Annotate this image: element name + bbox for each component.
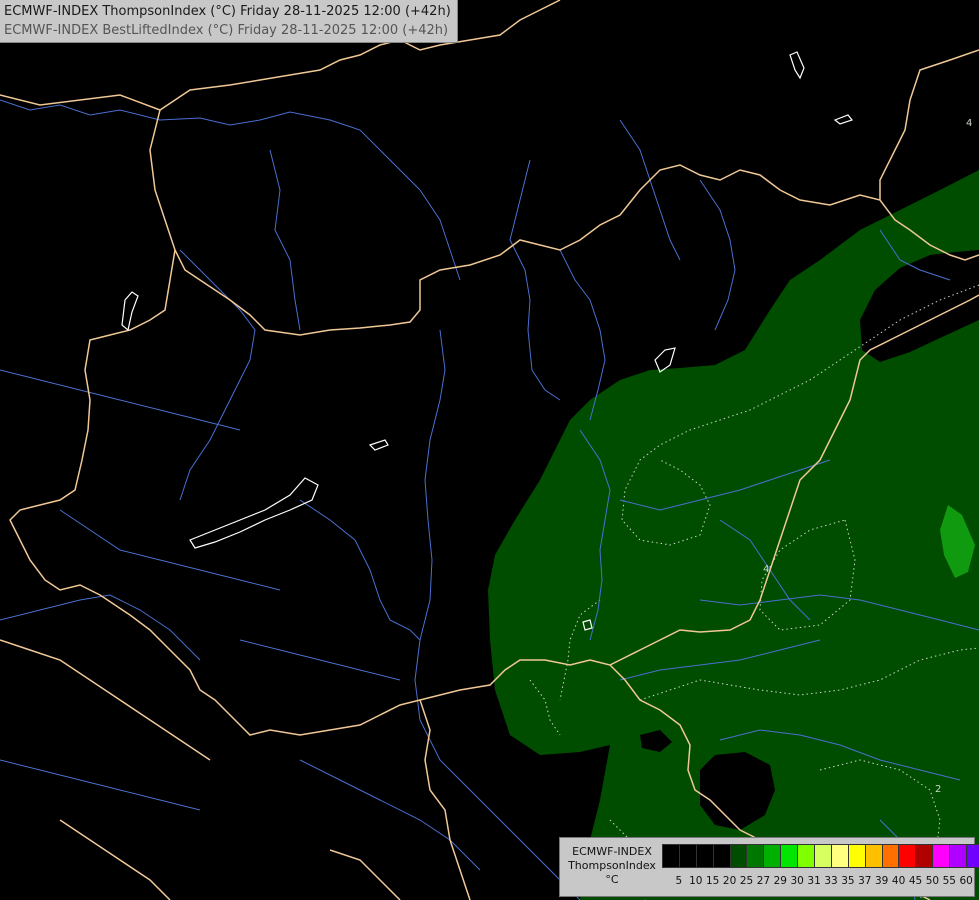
legend-tick-label: 50	[925, 875, 940, 887]
legend-swatch	[679, 845, 697, 867]
map-title-secondary: ECMWF-INDEX BestLiftedIndex (°C) Friday …	[4, 23, 449, 38]
legend-swatch	[865, 845, 883, 867]
legend-swatch	[764, 845, 782, 867]
legend-tick-label: 20	[722, 875, 737, 887]
legend-swatch	[730, 845, 748, 867]
legend-tick-label: 27	[756, 875, 771, 887]
legend-swatch	[696, 845, 714, 867]
legend-swatch	[815, 845, 832, 867]
legend-tick-label: 29	[773, 875, 787, 887]
contour-label: 4	[763, 564, 769, 575]
legend-swatch	[848, 845, 866, 867]
legend-swatch	[798, 845, 816, 867]
legend-swatch	[916, 845, 934, 867]
legend-swatch	[950, 845, 968, 867]
legend-tick-label: 39	[875, 875, 889, 887]
legend-tick-label: 35	[841, 875, 855, 887]
legend-swatch	[713, 845, 731, 867]
legend-tick-label: 5	[675, 875, 683, 887]
legend-tick-label: 15	[706, 875, 720, 887]
map-title-box: ECMWF-INDEX ThompsonIndex (°C) Friday 28…	[0, 0, 458, 43]
legend-tick-label: 40	[891, 875, 906, 887]
legend-swatch	[899, 845, 917, 867]
legend-tick-label: 10	[689, 875, 703, 887]
legend-swatch	[933, 845, 951, 867]
legend-swatch	[747, 845, 765, 867]
legend-ticks: 5 10 15 20 25 27 29 30 31 33 35 37 39 40 45 50 55 60	[662, 875, 979, 889]
legend-tick-label: 37	[858, 875, 872, 887]
legend-swatch	[781, 845, 799, 867]
legend-tick-label: 33	[824, 875, 838, 887]
legend-model: ECMWF-INDEX	[572, 845, 652, 858]
legend-tick-label: 31	[807, 875, 821, 887]
legend-tick-label: 25	[739, 875, 754, 887]
legend-swatch	[882, 845, 900, 867]
color-legend: ECMWF-INDEX ThompsonIndex °C 5 10 15 20 25 27…	[559, 837, 979, 897]
contour-label: 4	[966, 118, 972, 129]
legend-swatch	[967, 845, 979, 867]
legend-tick-label: 30	[790, 875, 804, 887]
map-title-primary: ECMWF-INDEX ThompsonIndex (°C) Friday 28…	[4, 4, 451, 19]
weather-map: 4 4 2	[0, 0, 979, 900]
legend-tick-label: 60	[959, 875, 973, 887]
legend-variable: ThompsonIndex	[568, 859, 656, 872]
legend-title: ECMWF-INDEX ThompsonIndex °C	[564, 845, 660, 887]
legend-tick-label: 55	[942, 875, 956, 887]
legend-swatches	[662, 844, 979, 868]
legend-swatch	[831, 845, 849, 867]
contour-label: 2	[935, 784, 941, 795]
legend-swatch	[663, 845, 680, 867]
legend-unit: °C	[605, 873, 619, 886]
legend-tick-label: 45	[908, 875, 923, 887]
